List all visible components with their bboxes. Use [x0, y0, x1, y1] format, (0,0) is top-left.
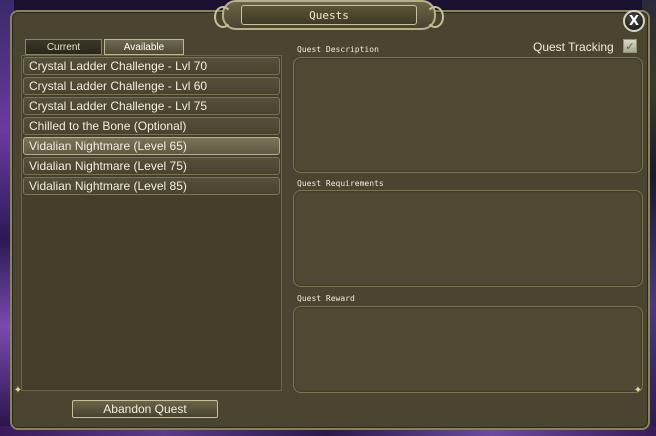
title-plate: Quests: [214, 0, 444, 30]
quest-requirements-box: [293, 190, 643, 287]
quest-reward-box: [293, 306, 643, 393]
quest-list-item[interactable]: Vidalian Nightmare (Level 85): [23, 177, 280, 195]
quest-list-item[interactable]: Vidalian Nightmare (Level 75): [23, 157, 280, 175]
quest-list-item[interactable]: Crystal Ladder Challenge - Lvl 75: [23, 97, 280, 115]
corner-ornament-icon: ✦: [633, 384, 643, 396]
quest-tracking-checkbox[interactable]: ✓: [623, 39, 637, 53]
quest-tracking-label: Quest Tracking: [533, 40, 614, 54]
tab-available[interactable]: Available: [104, 39, 184, 55]
quest-list-item[interactable]: Chilled to the Bone (Optional): [23, 117, 280, 135]
quest-reward-label: Quest Reward: [297, 294, 355, 303]
tab-current[interactable]: Current: [25, 39, 102, 55]
close-icon: X: [628, 13, 640, 29]
quest-description-label: Quest Description: [297, 45, 379, 54]
quest-list-item[interactable]: Crystal Ladder Challenge - Lvl 60: [23, 77, 280, 95]
quest-list-item-selected[interactable]: Vidalian Nightmare (Level 65): [23, 137, 280, 155]
checkmark-icon: ✓: [625, 39, 635, 53]
quest-requirements-label: Quest Requirements: [297, 179, 384, 188]
abandon-quest-button[interactable]: Abandon Quest: [72, 400, 218, 418]
quest-description-box: [293, 57, 643, 173]
window-title: Quests: [241, 5, 417, 25]
close-button[interactable]: X: [623, 10, 645, 32]
corner-ornament-icon: ✦: [13, 384, 23, 396]
quest-list-item[interactable]: Crystal Ladder Challenge - Lvl 70: [23, 57, 280, 75]
